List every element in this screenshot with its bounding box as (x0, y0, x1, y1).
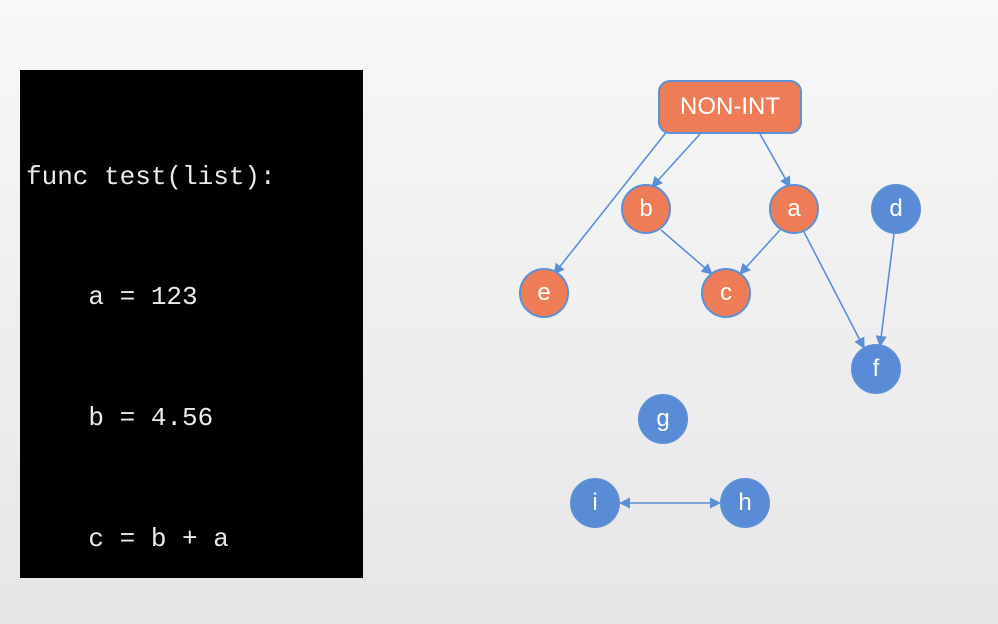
code-line: func test(list): (26, 157, 353, 197)
node-a: a (769, 184, 819, 234)
type-graph: NON-INT b a d e c f g i h (420, 60, 980, 560)
edge-nonint-a (760, 134, 790, 187)
node-i: i (570, 478, 620, 528)
stage: func test(list): a = 123 b = 4.56 c = b … (0, 0, 998, 624)
node-b: b (621, 184, 671, 234)
node-e: e (519, 268, 569, 318)
edge-a-c (740, 230, 780, 274)
node-g: g (638, 394, 688, 444)
code-line: c = b + a (26, 519, 353, 559)
node-h: h (720, 478, 770, 528)
edge-a-f (804, 232, 864, 348)
edge-nonint-b (652, 134, 700, 187)
node-c: c (701, 268, 751, 318)
edge-d-f (880, 234, 894, 346)
graph-edges (420, 60, 980, 560)
code-block: func test(list): a = 123 b = 4.56 c = b … (20, 70, 363, 578)
edge-b-c (661, 230, 712, 274)
code-line: a = 123 (26, 277, 353, 317)
node-non-int: NON-INT (658, 80, 802, 134)
node-f: f (851, 344, 901, 394)
node-d: d (871, 184, 921, 234)
code-line: b = 4.56 (26, 398, 353, 438)
